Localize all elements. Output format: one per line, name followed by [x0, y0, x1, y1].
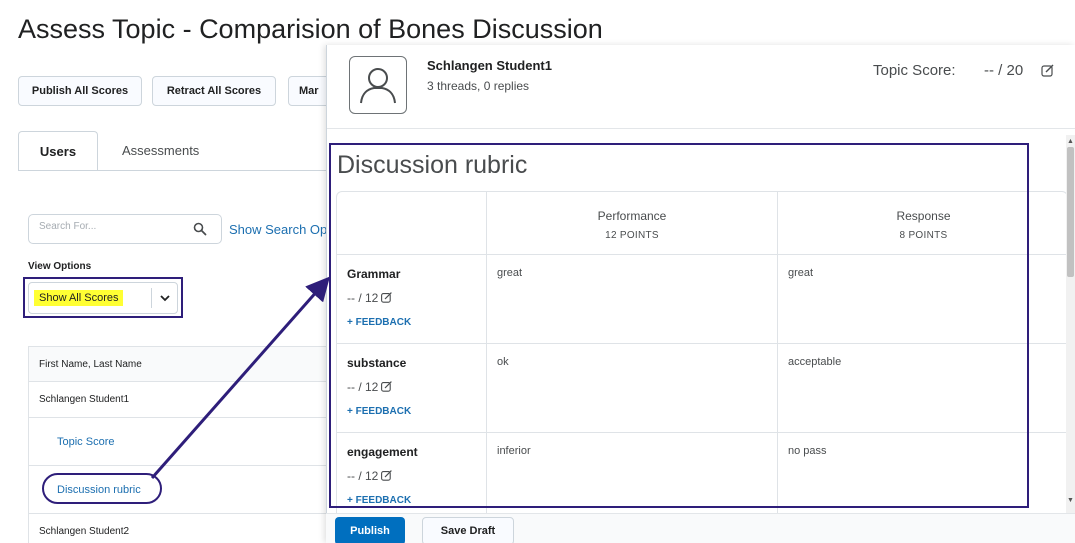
publish-button[interactable]: Publish: [335, 517, 405, 543]
discussion-rubric-annotation-oval: [42, 473, 162, 504]
topic-score-link-text[interactable]: Topic Score: [57, 436, 114, 448]
panel-header: Schlangen Student1 3 threads, 0 replies …: [327, 45, 1075, 129]
table-header: First Name, Last Name: [29, 346, 339, 382]
tab-users[interactable]: Users: [18, 131, 98, 171]
view-options-label: View Options: [28, 261, 92, 272]
search-icon[interactable]: [193, 222, 207, 236]
topic-score-label: Topic Score:: [873, 62, 956, 79]
table-row-student1: Schlangen Student1: [29, 382, 339, 418]
panel-scrollbar[interactable]: [1066, 135, 1075, 513]
publish-all-scores-button[interactable]: Publish All Scores: [18, 76, 142, 106]
search-box: [28, 214, 222, 244]
topic-score-value: -- / 20: [984, 62, 1024, 79]
user-icon: [360, 68, 396, 104]
users-table: First Name, Last Name Schlangen Student1…: [28, 346, 339, 543]
view-options-annotation-box: [23, 277, 183, 318]
save-draft-button[interactable]: Save Draft: [422, 517, 514, 543]
scroll-down-arrow-icon[interactable]: ▼: [1067, 497, 1074, 504]
avatar: [349, 56, 407, 114]
rubric-annotation-box: [329, 143, 1029, 508]
scrollbar-thumb[interactable]: [1067, 147, 1074, 277]
edit-icon[interactable]: [1041, 64, 1054, 77]
retract-all-scores-button[interactable]: Retract All Scores: [152, 76, 276, 106]
tab-assessments[interactable]: Assessments: [122, 143, 199, 158]
student-stats: 3 threads, 0 replies: [427, 79, 530, 93]
student-name: Schlangen Student1: [427, 58, 552, 73]
show-search-options-link[interactable]: Show Search Op: [229, 222, 327, 237]
scroll-up-arrow-icon[interactable]: ▲: [1067, 138, 1074, 145]
tab-divider: [18, 170, 338, 171]
search-input[interactable]: [39, 221, 179, 232]
page-title: Assess Topic - Comparision of Bones Disc…: [18, 14, 603, 44]
topic-score-link: Topic Score: [29, 418, 339, 466]
table-row-student2: Schlangen Student2: [39, 525, 130, 537]
